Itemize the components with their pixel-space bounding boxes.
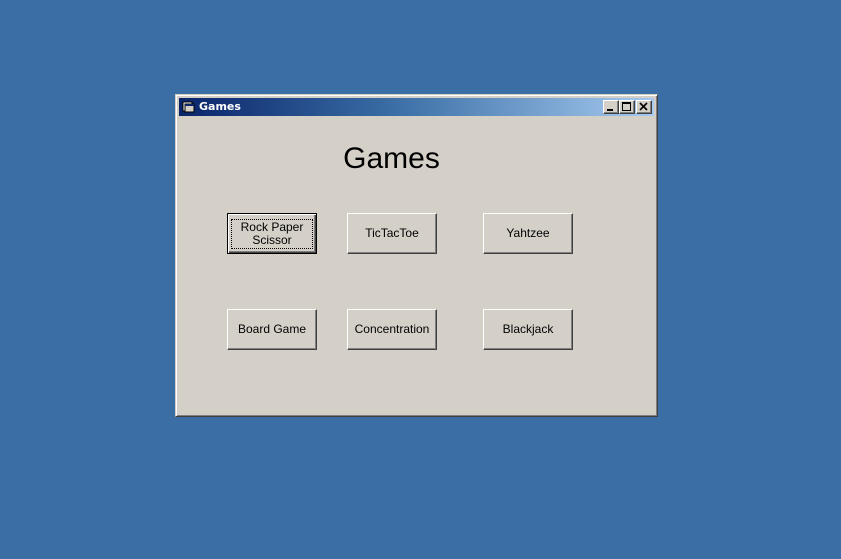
games-window: Games Games Rock Paper Scissor TicTacToe… <box>175 94 658 417</box>
yahtzee-button[interactable]: Yahtzee <box>483 213 573 254</box>
yahtzee-label: Yahtzee <box>506 226 550 240</box>
tictactoe-label: TicTacToe <box>365 226 419 240</box>
blackjack-label: Blackjack <box>502 322 554 336</box>
maximize-button[interactable] <box>619 100 635 114</box>
title-bar[interactable]: Games <box>179 98 654 116</box>
maximize-icon <box>622 102 631 111</box>
minimize-button[interactable] <box>603 100 619 114</box>
app-icon[interactable] <box>182 100 196 114</box>
close-icon <box>639 102 648 111</box>
rock-paper-scissor-button[interactable]: Rock Paper Scissor <box>227 213 317 254</box>
games-heading: Games <box>343 142 440 175</box>
blackjack-button[interactable]: Blackjack <box>483 309 573 350</box>
board-game-label: Board Game <box>237 322 307 336</box>
board-game-button[interactable]: Board Game <box>227 309 317 350</box>
tictactoe-button[interactable]: TicTacToe <box>347 213 437 254</box>
minimize-icon <box>607 109 613 111</box>
rock-paper-scissor-label: Rock Paper Scissor <box>231 218 313 249</box>
window-title: Games <box>199 100 241 113</box>
concentration-label: Concentration <box>354 322 430 336</box>
close-button[interactable] <box>636 100 652 114</box>
concentration-button[interactable]: Concentration <box>347 309 437 350</box>
